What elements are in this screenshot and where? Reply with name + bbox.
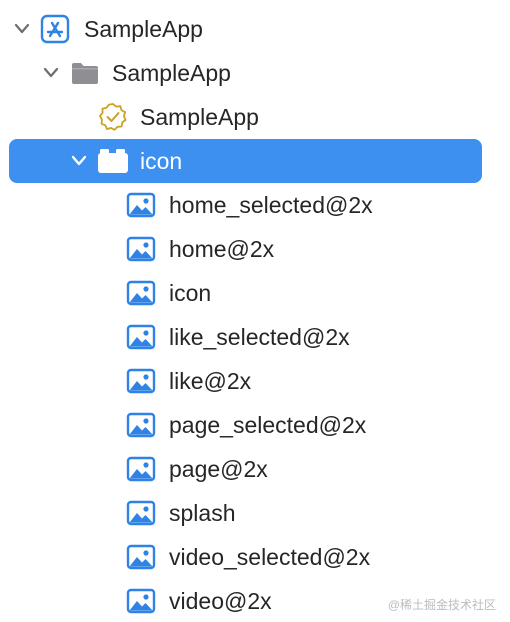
- image-icon: [126, 412, 156, 438]
- asset-label: page@2x: [169, 456, 268, 482]
- image-icon: [126, 588, 156, 614]
- verified-badge-icon: [99, 103, 127, 131]
- asset-label: video_selected@2x: [169, 544, 371, 570]
- image-icon: [126, 500, 156, 526]
- asset-label: like_selected@2x: [169, 324, 350, 350]
- tree-row-target[interactable]: SampleApp: [0, 95, 510, 139]
- group-label: SampleApp: [112, 60, 231, 86]
- chevron-down-icon[interactable]: [13, 21, 31, 37]
- asset-label: home@2x: [169, 236, 275, 262]
- image-icon: [126, 280, 156, 306]
- folder-icon: [72, 63, 98, 84]
- tree-row-selected-folder[interactable]: icon: [0, 139, 510, 183]
- selected-folder-label: icon: [140, 148, 183, 174]
- project-label: SampleApp: [84, 16, 203, 42]
- asset-row[interactable]: video_selected@2x: [0, 535, 510, 579]
- asset-label: home_selected@2x: [169, 192, 373, 218]
- image-icon: [126, 324, 156, 350]
- asset-folder-icon: [98, 149, 128, 173]
- asset-label: splash: [169, 500, 236, 526]
- watermark: @稀土掘金技术社区: [388, 598, 496, 612]
- asset-row[interactable]: home@2x: [0, 227, 510, 271]
- tree-row-group[interactable]: SampleApp: [0, 51, 510, 95]
- chevron-down-icon[interactable]: [70, 153, 88, 169]
- watermark-text: @稀土掘金技术社区: [387, 598, 496, 612]
- asset-label: like@2x: [169, 368, 252, 394]
- app-store-icon: [40, 14, 70, 44]
- asset-row[interactable]: icon: [0, 271, 510, 315]
- tree-row-project[interactable]: SampleApp: [0, 7, 510, 51]
- image-icon: [126, 544, 156, 570]
- asset-row[interactable]: page_selected@2x: [0, 403, 510, 447]
- asset-row[interactable]: like@2x: [0, 359, 510, 403]
- asset-row[interactable]: home_selected@2x: [0, 183, 510, 227]
- asset-label: icon: [169, 280, 212, 306]
- chevron-down-icon[interactable]: [42, 65, 60, 81]
- image-icon: [126, 236, 156, 262]
- asset-row[interactable]: splash: [0, 491, 510, 535]
- image-icon: [126, 368, 156, 394]
- asset-label: video@2x: [169, 588, 272, 614]
- project-navigator: SampleApp SampleApp SampleApp icon home_…: [0, 0, 510, 622]
- asset-label: page_selected@2x: [169, 412, 367, 438]
- asset-row[interactable]: page@2x: [0, 447, 510, 491]
- image-icon: [126, 456, 156, 482]
- target-label: SampleApp: [140, 104, 259, 130]
- asset-row[interactable]: like_selected@2x: [0, 315, 510, 359]
- image-icon: [126, 192, 156, 218]
